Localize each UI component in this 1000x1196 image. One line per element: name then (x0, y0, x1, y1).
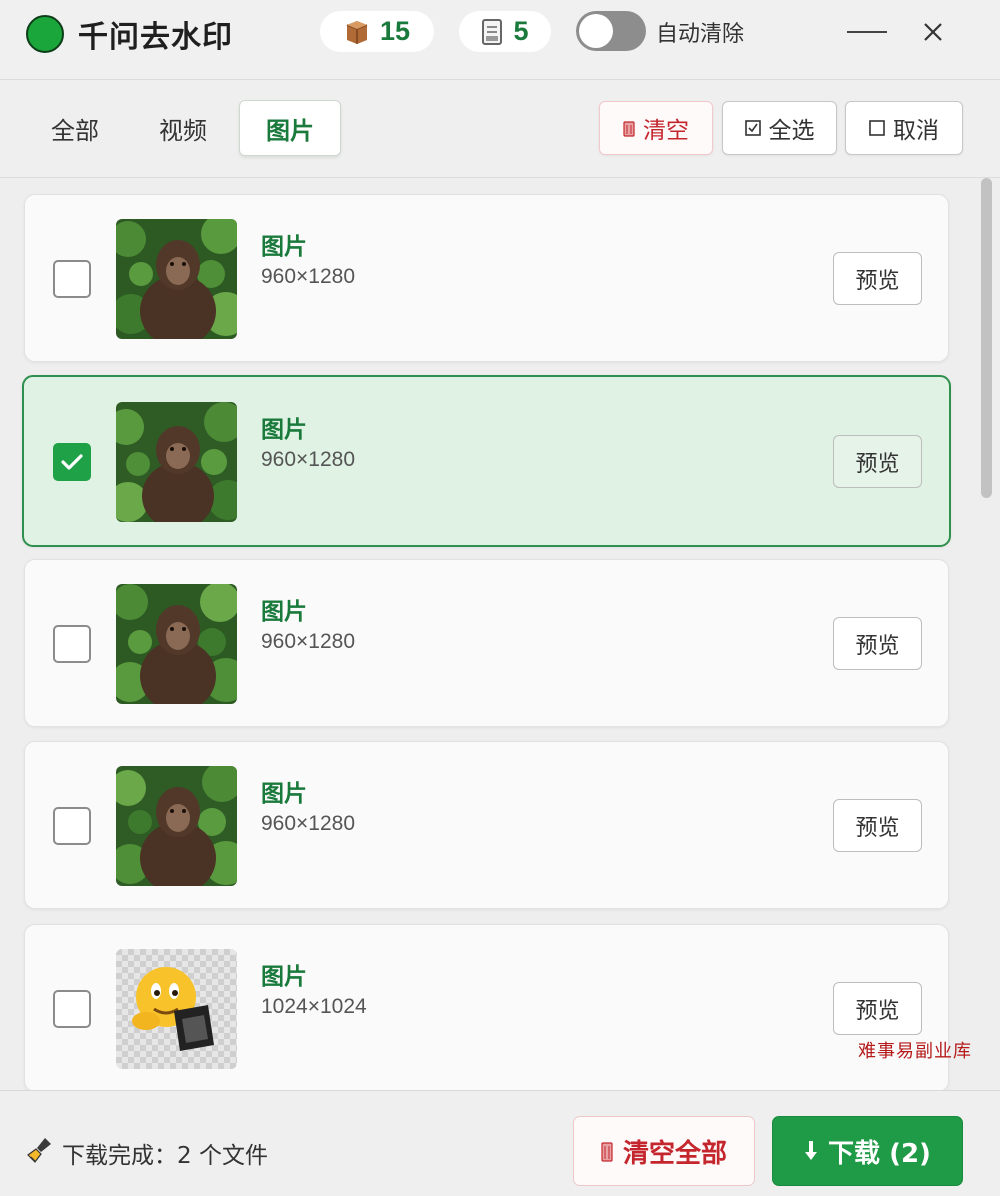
item-type: 图片 (261, 964, 307, 990)
monkey-thumbnail (116, 766, 237, 886)
tab-image[interactable]: 图片 (239, 100, 341, 156)
list-item[interactable]: 图片 960×1280 预览 (24, 559, 949, 727)
video-count-badge: 15 (320, 11, 434, 52)
monkey-thumbnail (116, 402, 237, 522)
download-arrow-icon (805, 1141, 818, 1160)
preview-button[interactable]: 预览 (833, 617, 922, 670)
list-scrollbar[interactable] (981, 178, 992, 498)
checked-square-icon (744, 120, 761, 136)
list-item[interactable]: 图片 1024×1024 预览 (24, 924, 949, 1090)
video-count: 15 (379, 16, 411, 46)
app-status-dot-icon (26, 15, 64, 53)
item-dimensions: 1024×1024 (261, 995, 367, 1018)
clear-button[interactable]: 清空 (599, 101, 713, 155)
clear-all-label: 清空全部 (622, 1138, 727, 1169)
list-item-selected[interactable]: 图片 960×1280 预览 (22, 375, 951, 547)
image-count-badge: 5 (459, 11, 551, 52)
item-checkbox[interactable] (53, 260, 91, 298)
item-checkbox[interactable] (53, 625, 91, 663)
app-title: 千问去水印 (78, 20, 233, 55)
clear-all-button[interactable]: 清空全部 (573, 1116, 755, 1186)
download-button[interactable]: 下载 (2) (772, 1116, 963, 1186)
close-button[interactable] (911, 14, 955, 50)
monkey-thumbnail (116, 219, 237, 339)
trash-icon (623, 121, 635, 137)
list-item[interactable]: 图片 960×1280 预览 (24, 741, 949, 909)
preview-button[interactable]: 预览 (833, 435, 922, 488)
clear-label: 清空 (643, 118, 689, 144)
cancel-button[interactable]: 取消 (845, 101, 963, 155)
item-checkbox[interactable] (53, 807, 91, 845)
video-box-icon (346, 20, 368, 44)
image-doc-icon (482, 18, 503, 45)
list-item[interactable]: 图片 960×1280 预览 (24, 194, 949, 362)
emoji-thumbnail (116, 949, 237, 1069)
item-type: 图片 (261, 417, 307, 443)
minimize-button[interactable] (845, 14, 889, 50)
close-icon (924, 23, 942, 41)
preview-button[interactable]: 预览 (833, 252, 922, 305)
auto-clear-toggle[interactable] (576, 11, 646, 51)
item-dimensions: 960×1280 (261, 448, 356, 471)
cancel-label: 取消 (893, 118, 939, 144)
watermark-text: 难事易副业库 (858, 1041, 972, 1062)
item-type: 图片 (261, 599, 307, 625)
media-list: 图片 960×1280 预览 图片 960×1280 预览 图片 960×128… (0, 178, 1000, 1090)
monkey-thumbnail (116, 584, 237, 704)
item-checkbox[interactable] (53, 443, 91, 481)
tab-all[interactable]: 全部 (36, 100, 114, 156)
broom-icon (27, 1138, 51, 1163)
title-bar: 千问去水印 15 5 自动清除 (0, 0, 1000, 80)
download-label: 下载 (2) (828, 1138, 931, 1169)
checkmark-icon (61, 454, 83, 470)
item-checkbox[interactable] (53, 990, 91, 1028)
image-count: 5 (513, 16, 529, 46)
toolbar: 全部 视频 图片 清空 全选 取消 (0, 80, 1000, 178)
download-status-text: 下载完成：2 个文件 (62, 1143, 268, 1169)
item-type: 图片 (261, 781, 307, 807)
auto-clear-label: 自动清除 (656, 22, 745, 47)
tab-video[interactable]: 视频 (144, 100, 222, 156)
item-dimensions: 960×1280 (261, 812, 356, 835)
select-all-label: 全选 (768, 118, 815, 144)
preview-button[interactable]: 预览 (833, 799, 922, 852)
item-type: 图片 (261, 234, 307, 260)
toggle-knob (579, 14, 613, 48)
footer-bar: 下载完成：2 个文件 清空全部 下载 (2) (0, 1090, 1000, 1196)
item-dimensions: 960×1280 (261, 630, 356, 653)
item-dimensions: 960×1280 (261, 265, 356, 288)
minimize-icon (847, 31, 887, 33)
select-all-button[interactable]: 全选 (722, 101, 837, 155)
trash-icon (601, 1142, 613, 1162)
empty-square-icon (869, 120, 885, 136)
preview-button[interactable]: 预览 (833, 982, 922, 1035)
